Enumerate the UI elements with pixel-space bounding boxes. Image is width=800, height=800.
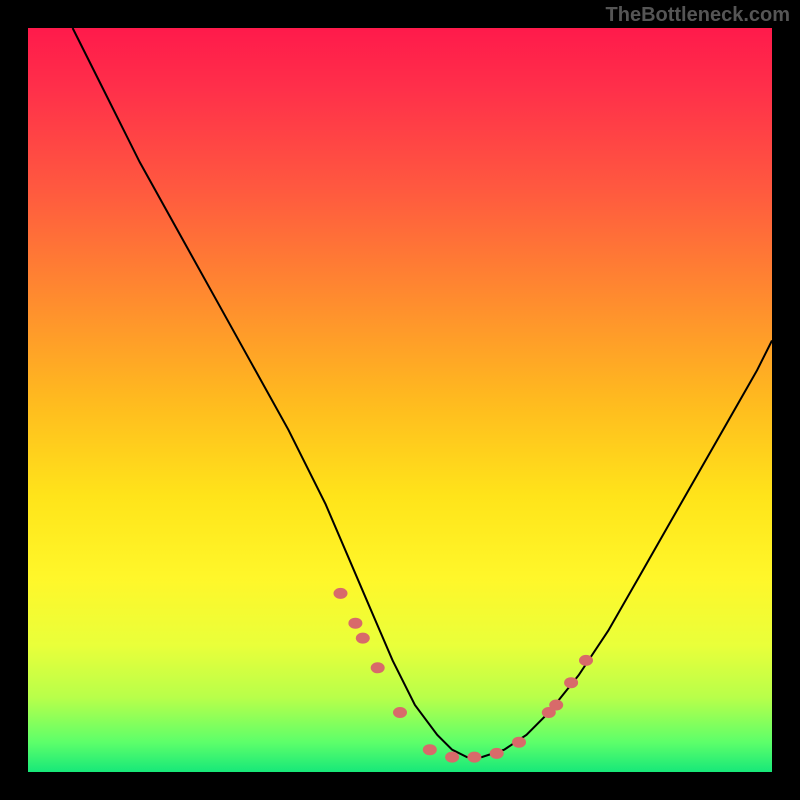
plot-area: [28, 28, 772, 772]
highlight-dot: [423, 744, 437, 755]
highlight-dot: [348, 618, 362, 629]
highlight-dot: [579, 655, 593, 666]
highlight-dot: [371, 662, 385, 673]
highlight-dot: [549, 700, 563, 711]
highlight-dot: [356, 633, 370, 644]
chart-svg: [28, 28, 772, 772]
bottleneck-curve: [73, 28, 772, 757]
chart-frame: TheBottleneck.com: [0, 0, 800, 800]
highlight-dot: [490, 748, 504, 759]
watermark-text: TheBottleneck.com: [606, 4, 790, 27]
highlight-dot: [393, 707, 407, 718]
highlight-dot: [564, 677, 578, 688]
highlight-dot: [512, 737, 526, 748]
highlight-dot: [445, 752, 459, 763]
highlight-dot: [467, 752, 481, 763]
highlight-dot: [334, 588, 348, 599]
